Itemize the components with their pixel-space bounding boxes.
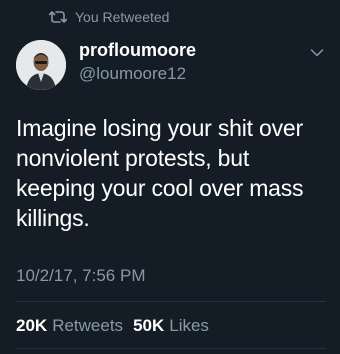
chevron-down-icon[interactable] <box>310 48 324 58</box>
tweet-text: Imagine losing your shit over nonviolent… <box>16 113 334 233</box>
tweet-timestamp[interactable]: 10/2/17, 7:56 PM <box>16 266 145 286</box>
divider <box>16 348 326 349</box>
tweet-text-line: Imagine losing your shit over <box>16 115 303 141</box>
author-name[interactable]: profloumoore <box>79 40 196 61</box>
avatar[interactable] <box>16 40 66 90</box>
tweet-text-line: nonviolent protests, but <box>16 145 250 171</box>
engagement-stats: 20K Retweets 50K Likes <box>16 316 219 336</box>
retweets-label[interactable]: Retweets <box>52 316 123 336</box>
tweet-text-line: killings. <box>16 205 90 231</box>
likes-count[interactable]: 50K <box>133 316 164 336</box>
tweet-text-line: keeping your cool over mass <box>16 175 304 201</box>
retweet-context-label: You Retweeted <box>75 9 170 25</box>
author-handle[interactable]: @loumoore12 <box>79 64 186 84</box>
divider <box>16 301 326 302</box>
retweets-count[interactable]: 20K <box>16 316 47 336</box>
likes-label[interactable]: Likes <box>169 316 209 336</box>
avatar-photo <box>16 40 66 90</box>
retweet-icon <box>49 11 67 23</box>
retweet-context: You Retweeted <box>49 8 169 26</box>
